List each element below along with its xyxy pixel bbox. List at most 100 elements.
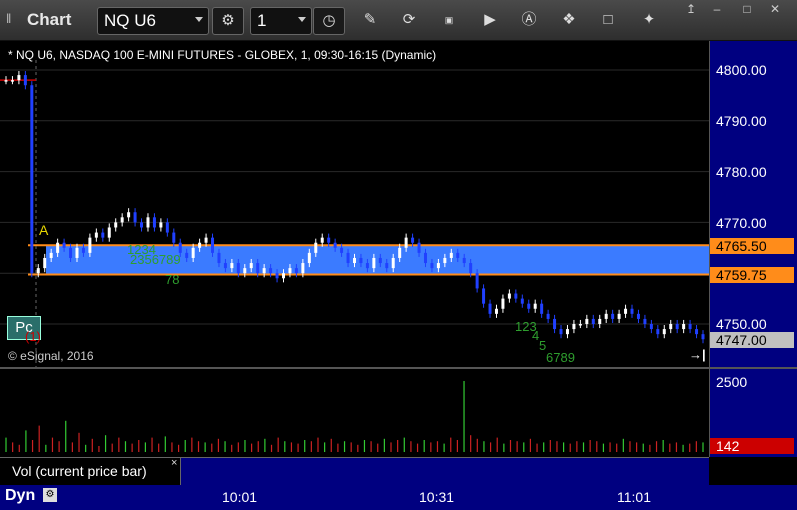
candle-body bbox=[56, 242, 60, 253]
candle-body bbox=[249, 263, 253, 269]
candle-body bbox=[294, 268, 298, 274]
candle-body bbox=[269, 268, 273, 274]
candle-body bbox=[198, 242, 202, 248]
candle-body bbox=[4, 80, 8, 82]
close-icon[interactable]: × bbox=[171, 457, 177, 469]
candle-body bbox=[36, 268, 40, 274]
time-axis[interactable] bbox=[0, 485, 709, 510]
candle-body bbox=[520, 298, 524, 304]
candle-body bbox=[636, 313, 640, 319]
candle-body bbox=[675, 324, 679, 330]
candle-body bbox=[514, 293, 518, 299]
candle-body bbox=[662, 329, 666, 335]
candle-body bbox=[507, 293, 511, 299]
candle-body bbox=[682, 324, 686, 330]
td-count-label: 6789 bbox=[546, 350, 575, 365]
candle-body bbox=[43, 257, 47, 269]
candle-body bbox=[378, 257, 382, 264]
candle-body bbox=[365, 263, 369, 269]
candle-body bbox=[262, 268, 266, 274]
candle-body bbox=[165, 222, 169, 233]
dynamic-mode-icon[interactable]: ⚙ bbox=[43, 488, 57, 502]
chart-header: * NQ U6, NASDAQ 100 E-MINI FUTURES - GLO… bbox=[8, 48, 437, 62]
candle-body bbox=[488, 303, 492, 314]
candle-body bbox=[217, 252, 221, 264]
candle-body bbox=[301, 263, 305, 274]
candle-body bbox=[172, 232, 176, 243]
candle-body bbox=[49, 252, 53, 258]
candle-body bbox=[656, 329, 660, 335]
candle-body bbox=[236, 263, 240, 274]
candle-body bbox=[159, 222, 163, 228]
volume-tick-label: 2500 bbox=[716, 374, 748, 390]
candle-body bbox=[411, 237, 415, 243]
candle-body bbox=[398, 247, 402, 258]
candle-body bbox=[546, 313, 550, 319]
candle-body bbox=[617, 313, 621, 319]
marker-a-label: A bbox=[39, 222, 49, 238]
time-tick-label: 10:01 bbox=[222, 489, 258, 505]
candle-body bbox=[553, 318, 557, 330]
candle-body bbox=[501, 298, 505, 309]
time-tick-label: 10:31 bbox=[419, 489, 455, 505]
candle-body bbox=[701, 334, 705, 340]
candle-body bbox=[436, 263, 440, 269]
volume-legend-strip bbox=[181, 457, 709, 485]
time-tick-label: 11:01 bbox=[617, 489, 651, 505]
candle-body bbox=[359, 257, 363, 264]
volume-legend[interactable]: Vol (current price bar) × bbox=[0, 457, 181, 485]
candle-body bbox=[688, 324, 692, 330]
candle-body bbox=[288, 268, 292, 274]
candle-body bbox=[114, 222, 118, 228]
value-area-low-tag: 4759.75 bbox=[710, 267, 794, 283]
candle-body bbox=[23, 75, 27, 86]
candle-body bbox=[140, 222, 144, 228]
candle-body bbox=[598, 318, 602, 324]
candle-body bbox=[146, 217, 150, 228]
volume-last-tag: 142 bbox=[710, 438, 794, 454]
candle-body bbox=[430, 263, 434, 269]
candle-body bbox=[533, 303, 537, 309]
candle-body bbox=[69, 247, 73, 258]
price-tick-label: 4800.00 bbox=[716, 62, 767, 78]
candle-body bbox=[17, 75, 21, 81]
candle-body bbox=[133, 212, 137, 223]
candle-body bbox=[494, 308, 498, 314]
candle-body bbox=[475, 273, 479, 289]
candle-body bbox=[423, 252, 427, 264]
value-area-high-tag: 4765.50 bbox=[710, 238, 794, 254]
candle-body bbox=[578, 324, 582, 326]
candle-body bbox=[385, 263, 389, 269]
candle-body bbox=[604, 313, 608, 319]
candle-body bbox=[243, 268, 247, 274]
candle-body bbox=[107, 227, 111, 238]
candle-body bbox=[340, 247, 344, 253]
copyright-label: © eSignal, 2016 bbox=[8, 349, 94, 363]
candle-body bbox=[372, 257, 376, 269]
candle-body bbox=[88, 237, 92, 253]
candle-body bbox=[482, 288, 486, 304]
candle-body bbox=[94, 232, 98, 238]
price-tick-label: 4750.00 bbox=[716, 316, 767, 332]
candle-body bbox=[611, 313, 615, 319]
dynamic-mode-label[interactable]: Dyn bbox=[5, 487, 35, 505]
candle-body bbox=[449, 252, 453, 258]
go-to-end-icon[interactable]: →| bbox=[689, 347, 706, 362]
price-tick-label: 4790.00 bbox=[716, 113, 767, 129]
candle-body bbox=[527, 303, 531, 309]
candle-body bbox=[101, 232, 105, 238]
candle-body bbox=[643, 318, 647, 324]
candle-body bbox=[456, 252, 460, 258]
candle-body bbox=[591, 318, 595, 324]
candle-body bbox=[443, 257, 447, 264]
price-tick-label: 4780.00 bbox=[716, 164, 767, 180]
candle-body bbox=[307, 252, 311, 264]
candle-body bbox=[230, 263, 234, 269]
td-count-label: 2356789 bbox=[130, 252, 181, 267]
volume-legend-label: Vol (current price bar) bbox=[12, 463, 147, 479]
candle-body bbox=[333, 242, 337, 248]
candle-body bbox=[320, 237, 324, 243]
candle-body bbox=[152, 217, 156, 228]
candle-body bbox=[346, 252, 350, 264]
candle-body bbox=[695, 329, 699, 335]
